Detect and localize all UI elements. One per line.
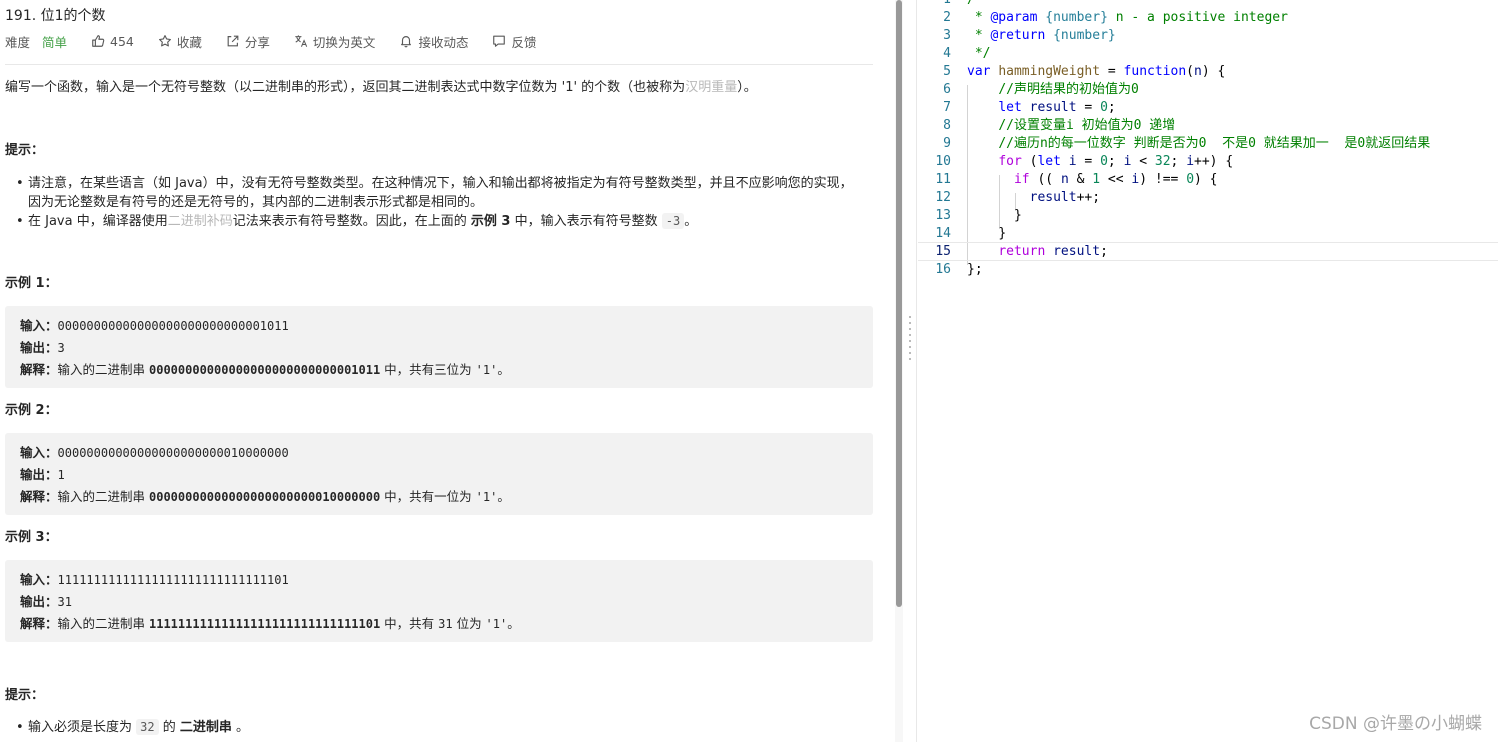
code-line: 2 * @param {number} n - a positive integ…: [943, 10, 1288, 25]
share-label: 分享: [244, 34, 270, 50]
list-item: 请注意，在某些语言（如 Java）中，没有无符号整数类型。在这种情况下，输入和输…: [16, 174, 853, 193]
share-icon: [227, 35, 239, 47]
list-item-continuation: 因为无论整数是有符号的还是无符号的，其内部的二进制表示形式都是相同的。: [28, 195, 484, 210]
code-line: 1/**: [918, 0, 1498, 9]
list-item: 输入必须是长度为 32 的 二进制串 。: [16, 718, 249, 737]
difficulty-badge: 简单: [42, 34, 68, 50]
code-line: 14 }: [935, 226, 1007, 241]
example-1-heading: 示例 1：: [5, 276, 58, 291]
code-line-active[interactable]: 15 return result;: [918, 242, 1498, 261]
hint-list: 请注意，在某些语言（如 Java）中，没有无符号整数类型。在这种情况下，输入和输…: [16, 174, 853, 231]
problem-description-pane: 191. 位1的个数 难度 简单 454 收藏 分享 切换为英文 接收动态 反馈: [0, 0, 894, 742]
code-line: 12 result++;: [935, 190, 1101, 205]
watermark: CSDN @许墨の小蝴蝶: [1309, 714, 1482, 734]
divider: [5, 64, 873, 65]
drag-handle-icon: [909, 316, 911, 360]
hint-2-heading: 提示：: [5, 688, 45, 703]
switch-language-label: 切换为英文: [312, 34, 376, 50]
share-button[interactable]: 分享: [226, 32, 270, 51]
feedback-button[interactable]: 反馈: [492, 32, 536, 51]
example-3-input: 11111111111111111111111111111101: [57, 573, 289, 587]
code-line: 13 }: [935, 208, 1022, 223]
example-2-input: 00000000000000000000000010000000: [57, 446, 289, 460]
code-line: 6 //声明结果的初始值为0: [943, 82, 1139, 97]
code-line: 3 * @return {number}: [943, 28, 1116, 43]
thumbs-up-icon: [92, 35, 105, 47]
description-scrollbar-thumb[interactable]: [896, 0, 902, 607]
example-2-heading: 示例 2：: [5, 403, 58, 418]
switch-language-button[interactable]: 切换为英文: [294, 32, 376, 51]
code-line: 8 //设置变量i 初始值为0 递增: [943, 118, 1176, 133]
translate-icon: [295, 35, 308, 47]
code-editor[interactable]: 1/** 2 * @param {number} n - a positive …: [918, 0, 1498, 742]
code-line: 9 //遍历n的每一位数字 判断是否为0 不是0 就结果加一 是0就返回结果: [943, 136, 1431, 151]
star-icon: [158, 35, 171, 47]
twos-complement-link[interactable]: 二进制补码: [168, 214, 233, 229]
example-3-heading: 示例 3：: [5, 530, 58, 545]
problem-statement: 编写一个函数，输入是一个无符号整数（以二进制串的形式），返回其二进制表达式中数字…: [5, 80, 757, 95]
notify-button[interactable]: 接收动态: [399, 32, 468, 51]
example-1-block: 输入：00000000000000000000000000001011 输出：3…: [5, 306, 873, 388]
hamming-weight-link[interactable]: 汉明重量: [685, 80, 737, 95]
feedback-label: 反馈: [511, 34, 537, 50]
notify-label: 接收动态: [418, 34, 469, 50]
problem-title: 191. 位1的个数: [5, 8, 106, 24]
example-3-block: 输入：11111111111111111111111111111101 输出：3…: [5, 560, 873, 642]
code-line: 5 var hammingWeight = function(n) {: [943, 64, 1226, 79]
example-2-block: 输入：00000000000000000000000010000000 输出：1…: [5, 433, 873, 515]
example-3-output: 31: [57, 595, 72, 609]
like-button[interactable]: 454: [91, 34, 134, 49]
code-line: 11 if (( n & 1 << i) !== 0) {: [935, 172, 1218, 187]
list-item: 在 Java 中，编译器使用二进制补码记法来表示有符号整数。因此，在上面的 示例…: [16, 212, 853, 231]
favorite-label: 收藏: [176, 34, 202, 50]
example-1-output: 3: [57, 341, 65, 355]
pane-splitter[interactable]: [903, 0, 917, 742]
code-line: 7 let result = 0;: [943, 100, 1116, 115]
hint-heading: 提示：: [5, 143, 45, 158]
difficulty-label: 难度: [5, 34, 31, 50]
example-2-output: 1: [57, 468, 65, 482]
like-count: 454: [110, 33, 134, 49]
hint-2-list: 输入必须是长度为 32 的 二进制串 。: [16, 718, 249, 737]
bell-icon: [401, 36, 412, 48]
example-1-input: 00000000000000000000000000001011: [57, 319, 289, 333]
comment-icon: [493, 35, 506, 47]
code-line: 10 for (let i = 0; i < 32; i++) {: [935, 154, 1234, 169]
favorite-button[interactable]: 收藏: [158, 32, 202, 51]
problem-meta-bar: 难度 简单 454 收藏 分享 切换为英文 接收动态 反馈: [5, 32, 560, 50]
code-line: 4 */: [943, 46, 991, 61]
code-line: 16};: [935, 262, 983, 277]
